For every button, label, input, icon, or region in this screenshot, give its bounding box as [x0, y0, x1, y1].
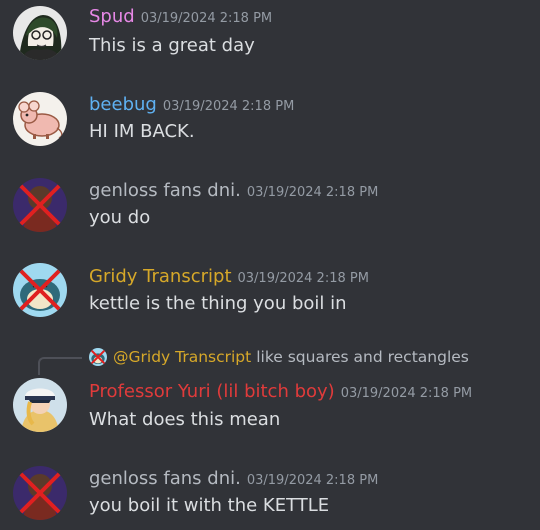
author-name[interactable]: Spud	[89, 6, 135, 27]
message-timestamp: 03/19/2024 2:18 PM	[237, 271, 369, 286]
reply-preview[interactable]: @Gridy Transcript like squares and recta…	[89, 348, 469, 366]
green-haired-character-avatar[interactable]	[13, 6, 67, 60]
message-text: This is a great day	[89, 35, 255, 56]
message-timestamp: 03/19/2024 2:18 PM	[140, 11, 273, 26]
crossed-out-avatar[interactable]	[13, 178, 67, 232]
captain-hat-avatar[interactable]	[13, 378, 67, 432]
message-text: kettle is the thing you boil in	[89, 293, 347, 314]
crossed-out-avatar[interactable]	[13, 466, 67, 520]
author-name[interactable]: Professor Yuri (lil bitch boy)	[89, 381, 335, 402]
message-text: you boil it with the KETTLE	[89, 495, 330, 516]
message-text: What does this mean	[89, 409, 281, 430]
message-timestamp: 03/19/2024 2:18 PM	[162, 99, 295, 114]
reply-spine	[38, 357, 82, 375]
author-name[interactable]: genloss fans dni.	[89, 468, 241, 489]
author-name[interactable]: Gridy Transcript	[89, 266, 232, 287]
author-name[interactable]: genloss fans dni.	[89, 180, 241, 201]
message-timestamp: 03/19/2024 2:18 PM	[246, 185, 379, 200]
mouse-avatar[interactable]	[13, 92, 67, 146]
author-name[interactable]: beebug	[89, 94, 157, 115]
message-text: HI IM BACK.	[89, 121, 195, 142]
reply-text: like squares and rectangles	[256, 348, 469, 366]
message-timestamp: 03/19/2024 2:18 PM	[340, 386, 473, 401]
crossed-out-snorlax-icon	[89, 348, 107, 366]
message-timestamp: 03/19/2024 2:18 PM	[246, 473, 379, 488]
reply-mention[interactable]: @Gridy Transcript	[113, 348, 251, 366]
crossed-out-snorlax-avatar[interactable]	[13, 263, 67, 317]
message-text: you do	[89, 207, 151, 228]
